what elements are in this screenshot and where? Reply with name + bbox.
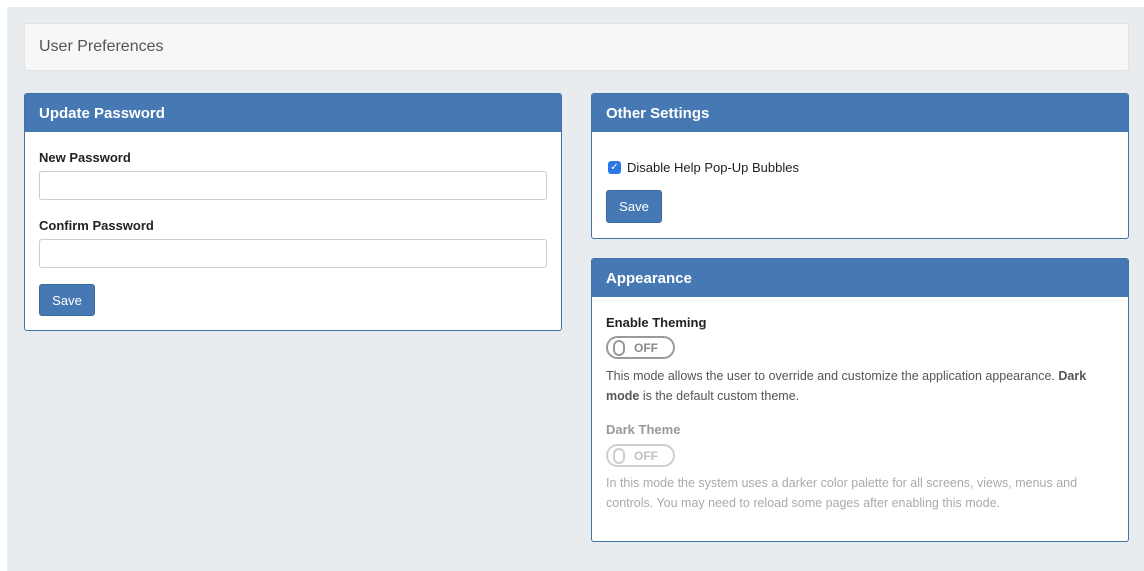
appearance-panel: Appearance Enable Theming OFF This mode … — [591, 258, 1129, 542]
disable-help-label: Disable Help Pop-Up Bubbles — [627, 160, 799, 175]
toggle-state: OFF — [634, 340, 658, 355]
toggle-knob — [613, 447, 625, 464]
toggle-knob — [613, 339, 625, 356]
theming-desc-suffix: is the default custom theme. — [639, 389, 800, 403]
save-settings-button[interactable]: Save — [606, 190, 662, 223]
other-settings-header: Other Settings — [592, 94, 1128, 132]
new-password-label: New Password — [39, 150, 131, 165]
theming-desc-text: This mode allows the user to override an… — [606, 369, 1055, 383]
other-settings-panel: Other Settings ✓ Disable Help Pop-Up Bub… — [591, 93, 1129, 239]
save-password-button[interactable]: Save — [39, 284, 95, 316]
dark-theme-description: In this mode the system uses a darker co… — [606, 476, 1078, 510]
theming-description: This mode allows the user to override an… — [606, 366, 1101, 406]
dark-theme-toggle: OFF — [606, 444, 675, 467]
enable-theming-toggle[interactable]: OFF — [606, 336, 675, 359]
update-password-panel: Update Password New Password Confirm Pas… — [24, 93, 562, 331]
enable-theming-label: Enable Theming — [606, 315, 707, 330]
new-password-input[interactable] — [39, 171, 547, 200]
disable-help-row[interactable]: ✓ Disable Help Pop-Up Bubbles — [608, 160, 799, 175]
page-title-bar: User Preferences — [24, 23, 1129, 71]
confirm-password-label: Confirm Password — [39, 218, 154, 233]
page-title: User Preferences — [39, 38, 164, 55]
disable-help-checkbox[interactable]: ✓ — [608, 161, 621, 174]
confirm-password-input[interactable] — [39, 239, 547, 268]
toggle-state: OFF — [634, 448, 658, 463]
appearance-header: Appearance — [592, 259, 1128, 297]
update-password-header: Update Password — [25, 94, 561, 132]
dark-theme-label: Dark Theme — [606, 422, 681, 437]
